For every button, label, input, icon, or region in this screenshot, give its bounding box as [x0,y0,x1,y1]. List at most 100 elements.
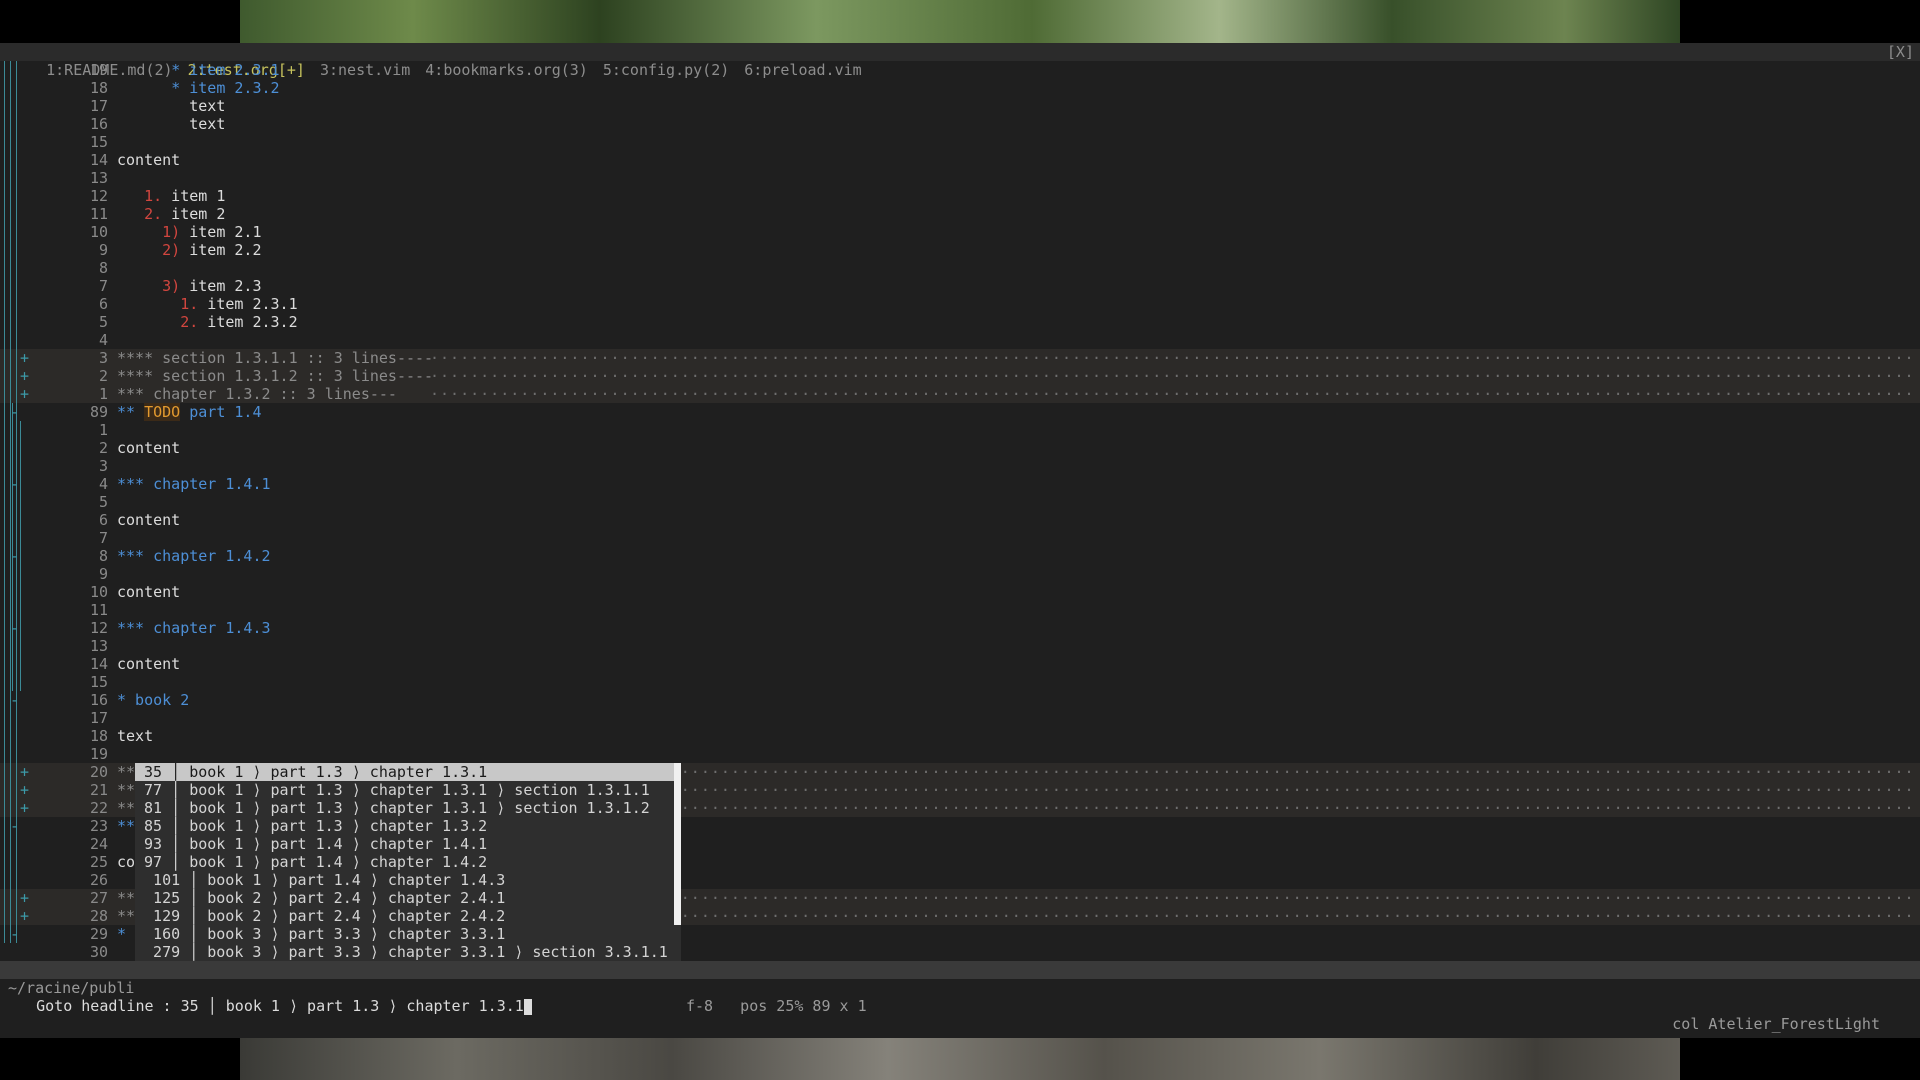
popup-item[interactable]: 125 │ book 2 ⟩ part 2.4 ⟩ chapter 2.4.1 [135,889,675,907]
buffer-line[interactable]: 7 [0,529,1920,547]
popup-item[interactable]: 81 │ book 1 ⟩ part 1.3 ⟩ chapter 1.3.1 ⟩… [135,799,675,817]
fold-open-icon[interactable]: - [10,403,19,421]
line-number: 20 [89,763,108,781]
buffer-line[interactable]: 19 [0,745,1920,763]
buffer-line[interactable]: 2 content [0,439,1920,457]
buffer-line[interactable]: 18 text [0,727,1920,745]
popup-item[interactable]: 129 │ book 2 ⟩ part 2.4 ⟩ chapter 2.4.2 [135,907,675,925]
text-segment [117,313,180,331]
popup-item[interactable]: 35 │ book 1 ⟩ part 1.3 ⟩ chapter 1.3.1 [135,763,675,781]
line-number: 10 [89,583,108,601]
fold-open-icon[interactable]: - [10,817,19,835]
fold-closed-icon[interactable]: + [20,889,29,907]
popup-item-path: book 1 ⟩ part 1.4 ⟩ chapter 1.4.1 [189,835,488,853]
buffer-line[interactable]: 3 [0,457,1920,475]
fold-open-icon[interactable]: - [10,619,19,637]
buffer-line[interactable]: 5 2. item 2.3.2 [0,313,1920,331]
fold-closed-icon[interactable]: + [20,781,29,799]
buffer-line[interactable]: 9 [0,565,1920,583]
line-number: 13 [89,169,108,187]
text-segment: ** [117,781,136,799]
line-text: 1. item 1 [117,187,225,205]
buffer-line[interactable]: 17 text [0,97,1920,115]
popup-scrollbar[interactable] [674,763,681,925]
buffer-line[interactable]: 6 content [0,511,1920,529]
buffer-line[interactable]: 9 2) item 2.2 [0,241,1920,259]
fold-open-icon[interactable]: - [10,691,19,709]
line-number: 30 [89,943,108,961]
command-input[interactable]: 35 │ book 1 ⟩ part 1.3 ⟩ chapter 1.3.1 [181,997,524,1015]
buffer-line[interactable]: 1 [0,421,1920,439]
buffer-line[interactable]: 11 [0,601,1920,619]
fold-closed-icon[interactable]: + [20,367,29,385]
fold-closed-icon[interactable]: + [20,349,29,367]
buffer-line[interactable]: 14 content [0,655,1920,673]
folded-line[interactable]: +1 *** chapter 1.3.2 :: 3 lines--- ·······… [0,385,1920,403]
line-text: *** chapter 1.4.1 [117,475,271,493]
fold-open-icon[interactable]: - [10,925,19,943]
buffer-line[interactable]: 4 [0,331,1920,349]
command-line[interactable]: Goto headline : 35 │ book 1 ⟩ part 1.3 ⟩… [0,979,1920,1015]
fold-open-icon[interactable]: - [10,547,19,565]
popup-item[interactable]: 101 │ book 1 ⟩ part 1.4 ⟩ chapter 1.4.3 [135,871,675,889]
popup-item[interactable]: 77 │ book 1 ⟩ part 1.3 ⟩ chapter 1.3.1 ⟩… [135,781,675,799]
buffer-line[interactable]: 13 [0,637,1920,655]
buffer-line[interactable]: 18 * item 2.3.2 [0,79,1920,97]
fold-guides [0,727,30,745]
buffer-line[interactable]: 10 1) item 2.1 [0,223,1920,241]
popup-item[interactable]: 279 │ book 3 ⟩ part 3.3 ⟩ chapter 3.3.1 … [135,943,675,961]
buffer-line[interactable]: 15 [0,673,1920,691]
tabline: 1:README.md(2) 2:test.org[+] 3:nest.vim 4:b… [0,43,1920,79]
fold-closed-icon[interactable]: + [20,907,29,925]
popup-item-path: book 2 ⟩ part 2.4 ⟩ chapter 2.4.1 [207,889,506,907]
line-text: co [117,853,135,871]
buffer-line[interactable]: - 4 *** chapter 1.4.1 [0,475,1920,493]
status-position: f-8 pos 25% 89 x 1 [686,997,867,1015]
fold-guides [0,637,30,655]
fold-open-icon[interactable]: - [10,475,19,493]
text-cursor [523,998,532,1015]
folded-line[interactable]: +2 **** section 1.3.1.2 :: 3 lines---- ···… [0,367,1920,385]
terminal-window[interactable]: 1:README.md(2) 2:test.org[+] 3:nest.vim 4:b… [0,43,1920,1038]
buffer-line[interactable]: - 8 *** chapter 1.4.2 [0,547,1920,565]
buffer-line[interactable]: - 16 * book 2 [0,691,1920,709]
popup-item[interactable]: 97 │ book 1 ⟩ part 1.4 ⟩ chapter 1.4.2 [135,853,675,871]
text-segment: text [117,727,154,745]
buffer-line[interactable]: 7 3) item 2.3 [0,277,1920,295]
line-number: 9 [98,565,108,583]
fold-guides [0,115,30,133]
popup-item[interactable]: 93 │ book 1 ⟩ part 1.4 ⟩ chapter 1.4.1 [135,835,675,853]
fold-guides [0,457,30,475]
buffer-line[interactable]: 13 [0,169,1920,187]
line-number: 4 [98,331,108,349]
buffer-line[interactable]: 14 content [0,151,1920,169]
text-segment: *** chapter 1.3.2 :: 3 lines--- [117,385,397,403]
fold-guides [0,943,30,961]
popup-item[interactable]: 160 │ book 3 ⟩ part 3.3 ⟩ chapter 3.3.1 [135,925,675,943]
separator: │ [189,943,208,961]
buffer-line[interactable]: 19 * item 2.3.1 [0,61,1920,79]
fold-closed-icon[interactable]: + [20,385,29,403]
headline-completion-popup[interactable]: 35 │ book 1 ⟩ part 1.3 ⟩ chapter 1.3.1 7… [135,763,681,979]
buffer-line[interactable]: 8 [0,259,1920,277]
folded-line[interactable]: +3 **** section 1.3.1.1 :: 3 lines---- ···… [0,349,1920,367]
fold-closed-icon[interactable]: + [20,763,29,781]
buffer-line[interactable]: - 12 *** chapter 1.4.3 [0,619,1920,637]
text-segment: ** [117,403,145,421]
buffer-line[interactable]: 5 [0,493,1920,511]
line-number: 14 [89,655,108,673]
buffer-line[interactable]: 12 1. item 1 [0,187,1920,205]
buffer-line[interactable]: 16 text [0,115,1920,133]
line-text: ** [117,817,135,835]
fold-closed-icon[interactable]: + [20,799,29,817]
buffer-line[interactable]: 6 1. item 2.3.1 [0,295,1920,313]
close-tab-button[interactable]: [X] [1887,43,1914,61]
buffer-line[interactable]: 17 [0,709,1920,727]
line-number: 89 [89,403,108,421]
popup-item[interactable]: 85 │ book 1 ⟩ part 1.3 ⟩ chapter 1.3.2 [135,817,675,835]
buffer-line[interactable]: 11 2. item 2 [0,205,1920,223]
buffer-line[interactable]: 10 content [0,583,1920,601]
buffer-line[interactable]: 15 [0,133,1920,151]
text-segment: ** [117,907,136,925]
buffer-line[interactable]: - 89 ** TODO part 1.4 [0,403,1920,421]
